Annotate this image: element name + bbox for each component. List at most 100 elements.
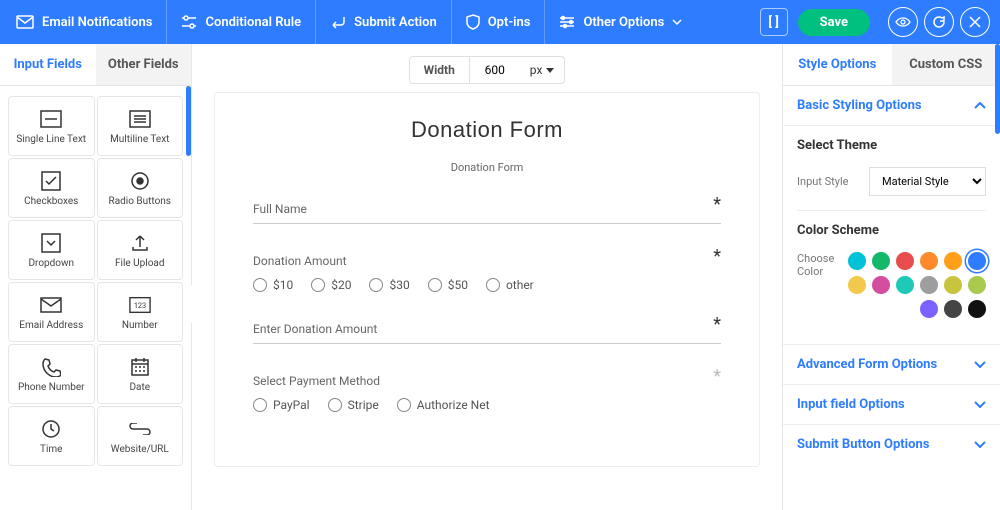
color-swatch[interactable] xyxy=(968,276,986,294)
payment-label: Authorize Net xyxy=(417,398,490,412)
email-notifications-button[interactable]: Email Notifications xyxy=(0,0,167,44)
radio-icon xyxy=(311,278,325,292)
accordion-basic-styling[interactable]: Basic Styling Options xyxy=(783,86,1000,126)
tab-input-fields[interactable]: Input Fields xyxy=(0,44,96,85)
payment-option[interactable]: PayPal xyxy=(253,398,310,412)
save-button[interactable]: Save xyxy=(798,9,870,36)
color-swatch[interactable] xyxy=(920,276,938,294)
field-card-file-upload[interactable]: File Upload xyxy=(97,220,184,280)
payment-option[interactable]: Stripe xyxy=(328,398,379,412)
caret-down-icon xyxy=(546,68,554,73)
color-swatch[interactable] xyxy=(968,252,986,270)
color-swatch[interactable] xyxy=(896,276,914,294)
color-swatch[interactable] xyxy=(944,276,962,294)
tab-style-options[interactable]: Style Options xyxy=(783,44,892,85)
tab-custom-css[interactable]: Custom CSS xyxy=(892,44,1000,85)
width-input[interactable] xyxy=(470,57,520,83)
field-card-time[interactable]: Time xyxy=(8,406,95,466)
field-card-date[interactable]: Date xyxy=(97,344,184,404)
shortcode-button[interactable]: [ ] xyxy=(760,8,788,36)
checkboxes-icon xyxy=(40,170,62,192)
field-full-name-label: Full Name xyxy=(253,202,721,216)
submit-action-button[interactable]: Submit Action xyxy=(316,0,452,44)
field-card-label: Date xyxy=(129,382,150,393)
color-swatch[interactable] xyxy=(944,252,962,270)
save-label: Save xyxy=(820,15,848,30)
optins-button[interactable]: Opt-ins xyxy=(452,0,546,44)
width-bar: Width px xyxy=(192,44,782,92)
field-card-radio-buttons[interactable]: Radio Buttons xyxy=(97,158,184,218)
radio-icon xyxy=(328,398,342,412)
color-swatch[interactable] xyxy=(872,276,890,294)
tab-style-options-label: Style Options xyxy=(798,57,876,72)
tab-input-fields-label: Input Fields xyxy=(14,57,82,72)
accordion-input-field[interactable]: Input field Options xyxy=(783,385,1000,425)
width-unit-label: px xyxy=(530,63,543,77)
chevron-down-icon xyxy=(974,401,986,408)
radio-icon xyxy=(428,278,442,292)
amount-option[interactable]: other xyxy=(486,278,534,292)
form-preview[interactable]: Donation Form Donation Form * Full Name … xyxy=(214,92,760,467)
choose-color-label: Choose Color xyxy=(797,252,834,278)
field-card-multiline-text[interactable]: Multiline Text xyxy=(97,96,184,156)
width-unit-select[interactable]: px xyxy=(520,57,565,83)
color-swatch[interactable] xyxy=(920,252,938,270)
conditional-rule-button[interactable]: Conditional Rule xyxy=(167,0,316,44)
input-style-select[interactable]: Material Style xyxy=(869,167,986,196)
color-swatch[interactable] xyxy=(848,252,866,270)
other-options-button[interactable]: Other Options xyxy=(545,0,696,44)
preview-button[interactable] xyxy=(888,7,918,37)
accordion-basic-styling-body: Select Theme Input Style Material Style … xyxy=(783,126,1000,345)
email-address-icon xyxy=(40,294,62,316)
amount-option[interactable]: $50 xyxy=(428,278,468,292)
chevron-down-icon xyxy=(974,361,986,368)
amount-option[interactable]: $10 xyxy=(253,278,293,292)
bracket-label: [ ] xyxy=(768,15,778,30)
single-line-text-icon xyxy=(40,108,62,130)
email-notifications-label: Email Notifications xyxy=(42,15,152,30)
amount-option[interactable]: $20 xyxy=(311,278,351,292)
field-card-label: Dropdown xyxy=(28,258,74,269)
accordion-submit-button[interactable]: Submit Button Options xyxy=(783,425,1000,464)
field-card-label: Time xyxy=(40,444,62,455)
color-swatch[interactable] xyxy=(896,252,914,270)
field-card-dropdown[interactable]: Dropdown xyxy=(8,220,95,280)
left-scroll[interactable]: Single Line TextMultiline TextCheckboxes… xyxy=(0,86,191,510)
color-swatch[interactable] xyxy=(848,276,866,294)
accordion-advanced-form[interactable]: Advanced Form Options xyxy=(783,345,1000,385)
field-enter-amount[interactable]: * Enter Donation Amount xyxy=(253,322,721,344)
field-donation-amount[interactable]: * Donation Amount $10$20$30$50other xyxy=(253,254,721,292)
field-payment-method[interactable]: * Select Payment Method PayPalStripeAuth… xyxy=(253,374,721,412)
field-card-phone-number[interactable]: Phone Number xyxy=(8,344,95,404)
main-area: Input Fields Other Fields Single Line Te… xyxy=(0,44,1000,510)
form-title: Donation Form xyxy=(253,117,721,143)
field-card-email-address[interactable]: Email Address xyxy=(8,282,95,342)
field-card-website-url[interactable]: Website/URL xyxy=(97,406,184,466)
amount-label: $20 xyxy=(331,278,351,292)
field-card-single-line-text[interactable]: Single Line Text xyxy=(8,96,95,156)
time-icon xyxy=(40,418,62,440)
payment-option[interactable]: Authorize Net xyxy=(397,398,490,412)
color-swatch[interactable] xyxy=(944,300,962,318)
radio-icon xyxy=(486,278,500,292)
tab-other-fields[interactable]: Other Fields xyxy=(96,44,192,85)
website-url-icon xyxy=(129,418,151,440)
field-card-checkboxes[interactable]: Checkboxes xyxy=(8,158,95,218)
color-swatch[interactable] xyxy=(920,300,938,318)
eye-icon xyxy=(895,17,911,27)
accordion-basic-styling-label: Basic Styling Options xyxy=(797,98,922,113)
field-full-name[interactable]: * Full Name xyxy=(253,202,721,224)
select-theme-heading: Select Theme xyxy=(797,138,986,153)
close-button[interactable] xyxy=(960,7,990,37)
multiline-text-icon xyxy=(129,108,151,130)
color-swatch[interactable] xyxy=(968,300,986,318)
field-card-number[interactable]: 123Number xyxy=(97,282,184,342)
amount-option[interactable]: $30 xyxy=(369,278,409,292)
chevron-up-icon xyxy=(974,102,986,109)
redo-button[interactable] xyxy=(924,7,954,37)
chevron-down-icon xyxy=(974,441,986,448)
required-star: * xyxy=(713,366,721,387)
color-swatch[interactable] xyxy=(872,252,890,270)
optins-label: Opt-ins xyxy=(488,15,531,30)
field-card-label: Website/URL xyxy=(111,444,169,455)
